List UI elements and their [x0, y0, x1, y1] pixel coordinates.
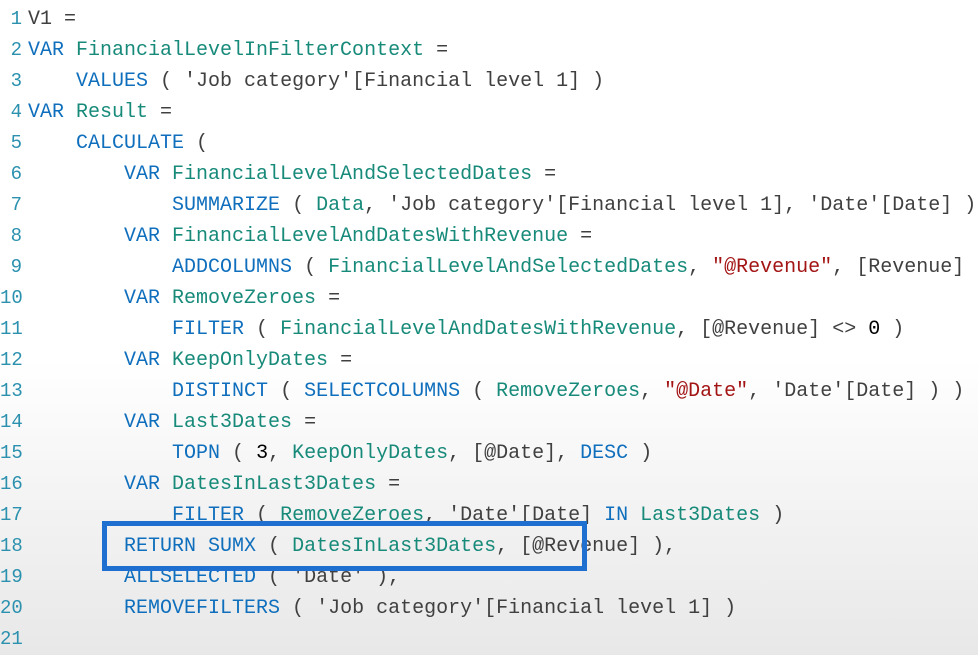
code-line[interactable]: VAR Last3Dates =: [28, 407, 978, 438]
code-line[interactable]: REMOVEFILTERS ( 'Job category'[Financial…: [28, 593, 978, 624]
line-number-gutter: 1 2 3 4 5 6 7 8 9 10 11 12 13 14 15 16 1…: [0, 0, 24, 655]
line-number: 19: [0, 562, 24, 593]
code-line[interactable]: TOPN ( 3, KeepOnlyDates, [@Date], DESC ): [28, 438, 978, 469]
line-number: 12: [0, 345, 24, 376]
code-line[interactable]: VALUES ( 'Job category'[Financial level …: [28, 66, 978, 97]
code-line[interactable]: DISTINCT ( SELECTCOLUMNS ( RemoveZeroes,…: [28, 376, 978, 407]
line-number: 20: [0, 593, 24, 624]
code-line[interactable]: FILTER ( RemoveZeroes, 'Date'[Date] IN L…: [28, 500, 978, 531]
line-number: 6: [0, 159, 24, 190]
line-number: 1: [0, 4, 24, 35]
line-number: 2: [0, 35, 24, 66]
code-line[interactable]: VAR KeepOnlyDates =: [28, 345, 978, 376]
code-line[interactable]: VAR FinancialLevelInFilterContext =: [28, 35, 978, 66]
code-line[interactable]: V1 =: [28, 4, 978, 35]
line-number: 21: [0, 624, 24, 655]
line-number: 18: [0, 531, 24, 562]
line-number: 17: [0, 500, 24, 531]
line-number: 7: [0, 190, 24, 221]
line-number: 9: [0, 252, 24, 283]
line-number: 10: [0, 283, 24, 314]
code-line[interactable]: VAR Result =: [28, 97, 978, 128]
line-number: 11: [0, 314, 24, 345]
code-line[interactable]: RETURN SUMX ( DatesInLast3Dates, [@Reven…: [28, 531, 978, 562]
line-number: 14: [0, 407, 24, 438]
code-line[interactable]: VAR RemoveZeroes =: [28, 283, 978, 314]
code-line[interactable]: CALCULATE (: [28, 128, 978, 159]
code-line[interactable]: SUMMARIZE ( Data, 'Job category'[Financi…: [28, 190, 978, 221]
code-line[interactable]: ALLSELECTED ( 'Date' ),: [28, 562, 978, 593]
code-line[interactable]: VAR FinancialLevelAndSelectedDates =: [28, 159, 978, 190]
code-line[interactable]: [28, 624, 978, 655]
line-number: 13: [0, 376, 24, 407]
line-number: 5: [0, 128, 24, 159]
code-line[interactable]: ADDCOLUMNS ( FinancialLevelAndSelectedDa…: [28, 252, 978, 283]
code-area[interactable]: V1 = VAR FinancialLevelInFilterContext =…: [28, 0, 978, 655]
code-line[interactable]: VAR FinancialLevelAndDatesWithRevenue =: [28, 221, 978, 252]
line-number: 15: [0, 438, 24, 469]
line-number: 8: [0, 221, 24, 252]
line-number: 3: [0, 66, 24, 97]
code-editor[interactable]: 1 2 3 4 5 6 7 8 9 10 11 12 13 14 15 16 1…: [0, 0, 978, 655]
code-line[interactable]: VAR DatesInLast3Dates =: [28, 469, 978, 500]
line-number: 16: [0, 469, 24, 500]
code-line[interactable]: FILTER ( FinancialLevelAndDatesWithReven…: [28, 314, 978, 345]
line-number: 4: [0, 97, 24, 128]
